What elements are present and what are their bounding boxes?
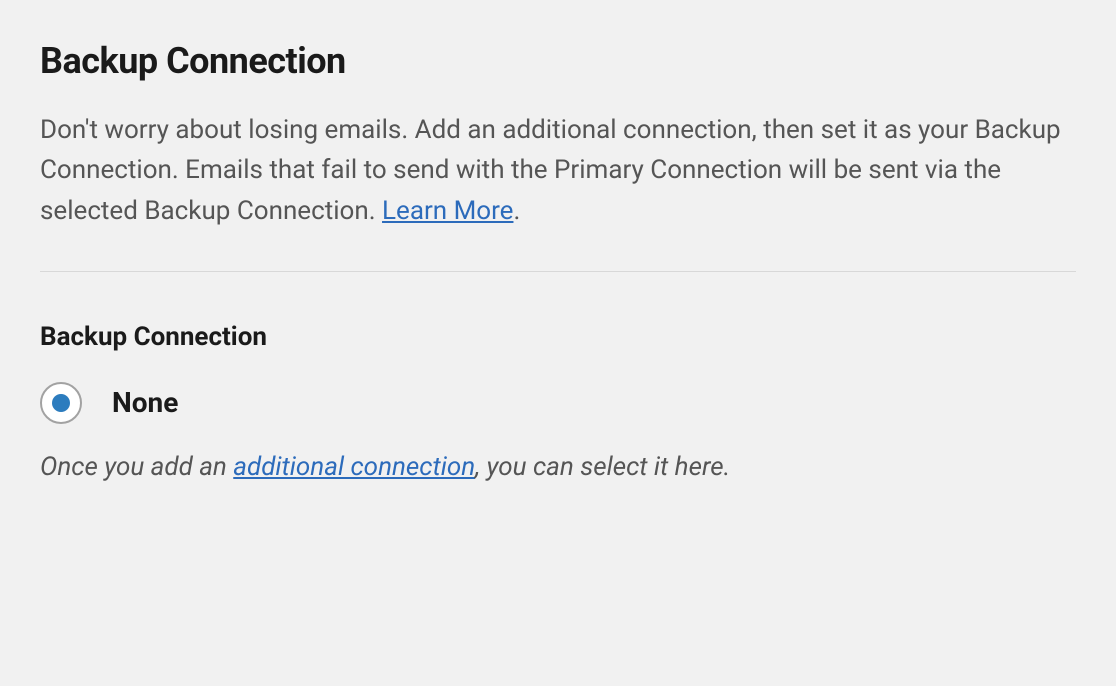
field-label: Backup Connection bbox=[40, 322, 1076, 352]
description-suffix: . bbox=[513, 196, 520, 226]
backup-connection-section: Backup Connection Don't worry about losi… bbox=[40, 40, 1076, 482]
learn-more-link[interactable]: Learn More bbox=[382, 196, 513, 226]
hint-text: Once you add an additional connection, y… bbox=[40, 452, 1076, 482]
radio-label: None bbox=[112, 386, 178, 419]
hint-suffix: , you can select it here. bbox=[475, 452, 730, 482]
radio-option-none[interactable]: None bbox=[40, 382, 1076, 424]
additional-connection-link[interactable]: additional connection bbox=[233, 452, 475, 482]
description-text: Don't worry about losing emails. Add an … bbox=[40, 115, 1061, 226]
section-description: Don't worry about losing emails. Add an … bbox=[40, 110, 1076, 231]
radio-dot-icon bbox=[52, 394, 70, 412]
hint-prefix: Once you add an bbox=[40, 452, 233, 482]
section-title: Backup Connection bbox=[40, 40, 1076, 82]
section-divider bbox=[40, 271, 1076, 272]
radio-button[interactable] bbox=[40, 382, 82, 424]
